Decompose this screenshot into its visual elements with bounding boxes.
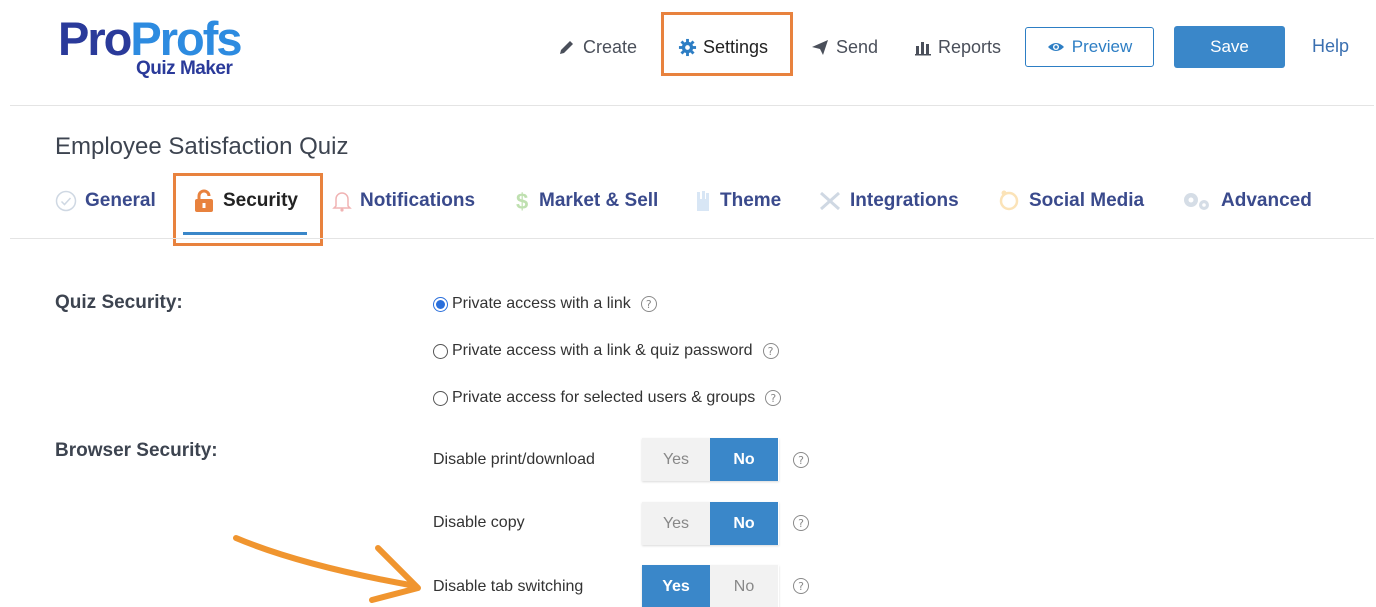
orange-arrow-annotation xyxy=(233,535,421,603)
